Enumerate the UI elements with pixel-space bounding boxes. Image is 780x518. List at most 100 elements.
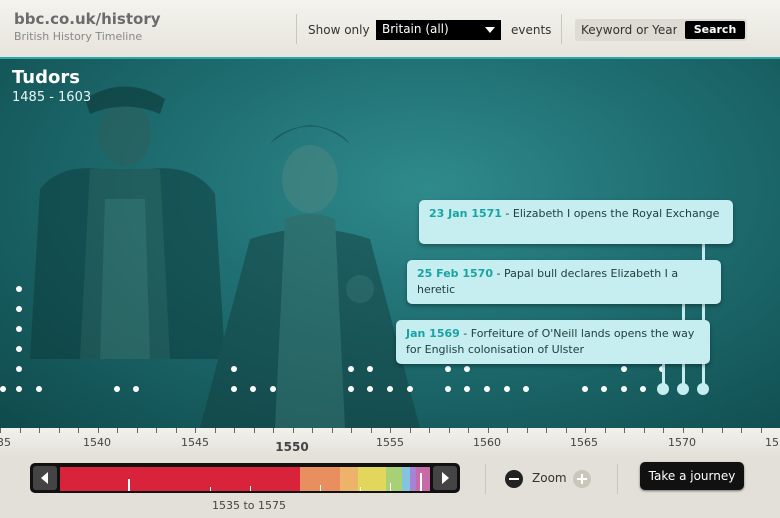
event-dot[interactable] bbox=[582, 386, 588, 392]
event-dot[interactable] bbox=[601, 386, 607, 392]
event-dot[interactable] bbox=[523, 386, 529, 392]
event-dot[interactable] bbox=[16, 286, 22, 292]
ruler-tick bbox=[98, 428, 99, 433]
plus-icon bbox=[581, 474, 583, 484]
ruler-tick bbox=[390, 428, 391, 433]
ruler-tick bbox=[176, 428, 177, 433]
event-dot[interactable] bbox=[464, 386, 470, 392]
event-dot[interactable] bbox=[36, 386, 42, 392]
divider bbox=[617, 464, 618, 494]
event-dot[interactable] bbox=[114, 386, 120, 392]
event-dot[interactable] bbox=[348, 366, 354, 372]
ruler-tick bbox=[644, 428, 645, 433]
event-marker[interactable] bbox=[657, 383, 669, 395]
event-dot[interactable] bbox=[16, 386, 22, 392]
ruler-tick bbox=[410, 428, 411, 433]
event-dot[interactable] bbox=[0, 386, 6, 392]
ruler-year-label: 1545 bbox=[181, 436, 209, 449]
event-dot[interactable] bbox=[16, 346, 22, 352]
site-subtitle: British History Timeline bbox=[14, 30, 143, 43]
ruler-tick bbox=[137, 428, 138, 433]
event-dot[interactable] bbox=[621, 386, 627, 392]
chevron-down-icon bbox=[485, 27, 495, 33]
divider bbox=[561, 14, 562, 44]
ruler-tick bbox=[234, 428, 235, 433]
events-label: events bbox=[511, 23, 552, 37]
event-marker[interactable] bbox=[697, 383, 709, 395]
event-date: 23 Jan 1571 bbox=[429, 207, 502, 220]
event-dot[interactable] bbox=[270, 386, 276, 392]
divider bbox=[296, 14, 297, 44]
footer: Zoom Take a journey 1535 to 1575 bbox=[0, 458, 780, 518]
ruler-tick bbox=[624, 428, 625, 433]
ruler-tick bbox=[78, 428, 79, 433]
zoom-label: Zoom bbox=[532, 471, 567, 485]
ruler-tick bbox=[741, 428, 742, 433]
event-dot[interactable] bbox=[16, 306, 22, 312]
event-dot[interactable] bbox=[640, 386, 646, 392]
divider bbox=[485, 464, 486, 494]
event-dot[interactable] bbox=[231, 386, 237, 392]
period-overview-strip[interactable] bbox=[60, 467, 430, 491]
ruler-year-label: 15 bbox=[765, 436, 779, 449]
ruler-tick bbox=[683, 428, 684, 433]
event-dot[interactable] bbox=[387, 386, 393, 392]
ruler-tick bbox=[449, 428, 450, 433]
arrow-left-icon[interactable] bbox=[33, 466, 57, 490]
event-dot[interactable] bbox=[367, 366, 373, 372]
arrow-right-icon[interactable] bbox=[433, 466, 457, 490]
ruler-tick bbox=[332, 428, 333, 433]
event-dot[interactable] bbox=[231, 366, 237, 372]
timeline-stage: Tudors 1485 - 1603 23 Jan 1571 - Elizabe… bbox=[0, 59, 780, 428]
ruler-year-label: 1565 bbox=[570, 436, 598, 449]
event-dot[interactable] bbox=[16, 366, 22, 372]
ruler-year-label: 1540 bbox=[83, 436, 111, 449]
event-marker[interactable] bbox=[677, 383, 689, 395]
event-bubble[interactable]: Jan 1569 - Forfeiture of O'Neill lands o… bbox=[396, 320, 710, 364]
event-bubble[interactable]: 25 Feb 1570 - Papal bull declares Elizab… bbox=[407, 260, 721, 304]
event-bubble[interactable]: 23 Jan 1571 - Elizabeth I opens the Roya… bbox=[419, 200, 733, 244]
event-dot[interactable] bbox=[16, 326, 22, 332]
ruler-tick bbox=[507, 428, 508, 433]
event-dot[interactable] bbox=[445, 386, 451, 392]
zoom-out-button[interactable] bbox=[505, 470, 523, 488]
show-only-label: Show only bbox=[308, 23, 370, 37]
ruler-tick bbox=[488, 428, 489, 433]
timeline-ruler[interactable]: 35 1540 1545 1550 1555 1560 1565 1570 15 bbox=[0, 428, 780, 458]
timeline-scroller[interactable] bbox=[30, 463, 460, 493]
event-dot[interactable] bbox=[407, 386, 413, 392]
take-a-journey-button[interactable]: Take a journey bbox=[640, 462, 744, 490]
event-dot[interactable] bbox=[484, 386, 490, 392]
ruler-tick bbox=[195, 428, 196, 433]
event-dot[interactable] bbox=[445, 366, 451, 372]
event-dot[interactable] bbox=[367, 386, 373, 392]
ruler-tick bbox=[0, 428, 1, 433]
ruler-tick bbox=[605, 428, 606, 433]
zoom-in-button[interactable] bbox=[573, 470, 591, 488]
filter-value: Britain (all) bbox=[382, 22, 449, 36]
search-button[interactable]: Search bbox=[685, 21, 745, 39]
ruler-year-label: 1555 bbox=[376, 436, 404, 449]
event-dot[interactable] bbox=[250, 386, 256, 392]
search-input[interactable] bbox=[575, 19, 683, 41]
site-title[interactable]: bbc.co.uk/history bbox=[14, 10, 161, 28]
ruler-tick bbox=[468, 428, 469, 433]
search-box: Search bbox=[575, 19, 747, 41]
event-dot[interactable] bbox=[348, 386, 354, 392]
ruler-tick bbox=[546, 428, 547, 433]
event-dot[interactable] bbox=[464, 366, 470, 372]
ruler-tick bbox=[117, 428, 118, 433]
event-dot[interactable] bbox=[133, 386, 139, 392]
ruler-tick bbox=[663, 428, 664, 433]
ruler-tick bbox=[59, 428, 60, 433]
event-filter-select[interactable]: Britain (all) bbox=[376, 20, 501, 40]
ruler-tick bbox=[761, 428, 762, 433]
event-dot[interactable] bbox=[621, 366, 627, 372]
ruler-tick bbox=[371, 428, 372, 433]
event-dot[interactable] bbox=[504, 386, 510, 392]
ruler-tick bbox=[585, 428, 586, 433]
ruler-tick bbox=[215, 428, 216, 433]
header: bbc.co.uk/history British History Timeli… bbox=[0, 0, 780, 59]
ruler-year-label: 1560 bbox=[473, 436, 501, 449]
event-date: 25 Feb 1570 bbox=[417, 267, 493, 280]
